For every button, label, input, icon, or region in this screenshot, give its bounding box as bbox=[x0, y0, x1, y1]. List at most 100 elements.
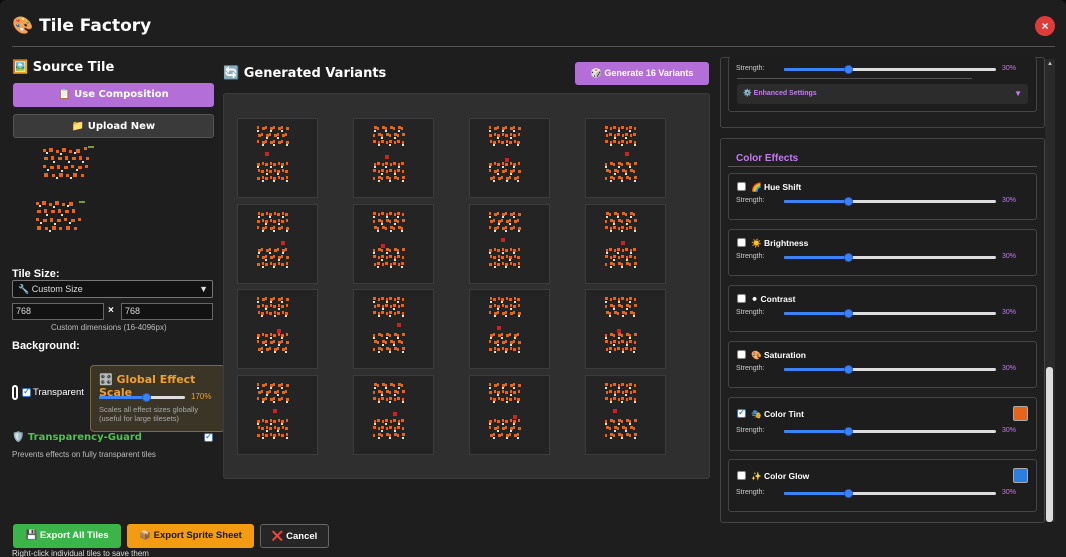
transparency-guard-checkbox[interactable] bbox=[204, 431, 213, 442]
global-effect-scale-panel: 🎛️ Global Effect Scale 170% Scales all e… bbox=[90, 365, 225, 432]
variant-tile-preview bbox=[373, 212, 405, 268]
color-effect-name: 🌈 Hue Shift bbox=[751, 182, 802, 192]
slider-fill bbox=[784, 312, 850, 315]
variant-tile-preview bbox=[489, 126, 521, 182]
slider-handle[interactable] bbox=[844, 365, 853, 374]
slider-fill bbox=[784, 430, 850, 433]
scrollbar-thumb[interactable] bbox=[1046, 367, 1053, 522]
slider-fill bbox=[784, 368, 850, 371]
title-divider bbox=[12, 46, 1055, 47]
tile-size-label: Tile Size: bbox=[12, 268, 60, 280]
slider-handle[interactable] bbox=[844, 65, 853, 74]
variant-tile[interactable] bbox=[469, 118, 550, 198]
slider-handle[interactable] bbox=[844, 253, 853, 262]
transparent-label: Transparent bbox=[33, 387, 84, 398]
variant-tile[interactable] bbox=[353, 375, 434, 455]
cancel-button[interactable]: ❌ Cancel bbox=[260, 524, 329, 548]
color-effect-checkbox[interactable] bbox=[737, 238, 746, 247]
effect-strength-label: Strength: bbox=[736, 65, 765, 72]
variant-tile[interactable] bbox=[585, 204, 666, 284]
enhanced-settings-toggle[interactable]: ⚙️ Enhanced Settings ▼ bbox=[737, 84, 1028, 104]
variant-tile[interactable] bbox=[237, 204, 318, 284]
color-effects-title: Color Effects bbox=[736, 153, 799, 164]
variant-tile-preview bbox=[605, 297, 637, 353]
color-effect-strength-value: 30% bbox=[1002, 309, 1017, 316]
chevron-down-icon: ▼ bbox=[199, 284, 208, 294]
color-effect-card: 🎨 Saturation Strength: 30% bbox=[728, 341, 1037, 388]
variant-tile[interactable] bbox=[585, 118, 666, 198]
color-effect-checkbox[interactable] bbox=[737, 471, 746, 480]
slider-fill bbox=[784, 256, 850, 259]
dialog-title: 🎨 Tile Factory bbox=[12, 16, 152, 36]
variant-tile[interactable] bbox=[469, 204, 550, 284]
variant-tile-preview bbox=[489, 297, 521, 353]
color-effect-card: 🌈 Hue Shift Strength: 30% bbox=[728, 173, 1037, 220]
slider-handle[interactable] bbox=[844, 427, 853, 436]
source-tile-heading: 🖼️ Source Tile bbox=[12, 60, 115, 75]
variant-tile-preview bbox=[605, 126, 637, 182]
close-button[interactable]: × bbox=[1035, 16, 1055, 36]
color-effect-strength-slider[interactable] bbox=[784, 197, 996, 206]
variant-tile-preview bbox=[257, 212, 289, 268]
slider-fill bbox=[784, 200, 850, 203]
color-effect-checkbox[interactable] bbox=[737, 182, 746, 191]
variant-tile[interactable] bbox=[469, 375, 550, 455]
color-effect-strength-slider[interactable] bbox=[784, 253, 996, 262]
variant-tile-preview bbox=[257, 126, 289, 182]
variant-tile[interactable] bbox=[353, 204, 434, 284]
global-effect-scale-value: 170% bbox=[191, 392, 212, 401]
color-effect-strength-slider[interactable] bbox=[784, 365, 996, 374]
color-effect-card: 🎭 Color Tint Strength: 30% bbox=[728, 397, 1037, 451]
variant-tile[interactable] bbox=[353, 118, 434, 198]
slider-fill bbox=[784, 68, 850, 71]
color-picker-swatch[interactable] bbox=[1013, 406, 1028, 421]
slider-handle[interactable] bbox=[844, 309, 853, 318]
tile-size-select[interactable]: 🔧 Custom Size ▼ bbox=[12, 280, 213, 298]
effect-strength-slider[interactable] bbox=[784, 65, 996, 74]
generated-variants-heading: 🔄 Generated Variants bbox=[223, 66, 387, 81]
variant-tile[interactable] bbox=[237, 118, 318, 198]
variant-tile[interactable] bbox=[469, 289, 550, 369]
variant-tile[interactable] bbox=[237, 289, 318, 369]
color-effect-strength-slider[interactable] bbox=[784, 309, 996, 318]
slider-handle[interactable] bbox=[844, 197, 853, 206]
use-composition-button[interactable]: 📋 Use Composition bbox=[13, 83, 214, 107]
color-effect-strength-value: 30% bbox=[1002, 489, 1017, 496]
color-effect-checkbox[interactable] bbox=[737, 350, 746, 359]
color-picker-swatch[interactable] bbox=[1013, 468, 1028, 483]
variant-tile[interactable] bbox=[237, 375, 318, 455]
tile-factory-dialog: 🎨 Tile Factory × 🖼️ Source Tile 📋 Use Co… bbox=[0, 0, 1066, 557]
color-effect-strength-slider[interactable] bbox=[784, 427, 996, 436]
slider-handle[interactable] bbox=[844, 489, 853, 498]
variant-tile-preview bbox=[373, 383, 405, 439]
color-effect-name: 🎨 Saturation bbox=[751, 350, 806, 360]
slider-handle[interactable] bbox=[142, 393, 151, 402]
scroll-up-icon[interactable]: ▲ bbox=[1047, 61, 1053, 67]
variant-tile-preview bbox=[257, 383, 289, 439]
tile-height-input[interactable]: 768 bbox=[121, 303, 213, 320]
background-radio[interactable] bbox=[12, 385, 18, 400]
variant-tile[interactable] bbox=[353, 289, 434, 369]
color-effect-checkbox[interactable] bbox=[737, 294, 746, 303]
variant-tile-preview bbox=[373, 126, 405, 182]
color-effect-card: ⚫ Contrast Strength: 30% bbox=[728, 285, 1037, 332]
slider-fill bbox=[99, 396, 146, 399]
color-effect-strength-value: 30% bbox=[1002, 427, 1017, 434]
upload-new-button[interactable]: 📁 Upload New bbox=[13, 114, 214, 138]
generate-variants-button[interactable]: 🎲 Generate 16 Variants bbox=[575, 62, 709, 85]
variant-tile[interactable] bbox=[585, 375, 666, 455]
source-tile-preview-alt bbox=[36, 201, 85, 232]
color-effect-strength-slider[interactable] bbox=[784, 489, 996, 498]
chevron-down-icon: ▼ bbox=[1014, 89, 1022, 98]
custom-size-hint: Custom dimensions (16-4096px) bbox=[51, 323, 167, 332]
global-effect-scale-slider[interactable] bbox=[99, 393, 185, 402]
transparent-checkbox[interactable] bbox=[22, 386, 31, 397]
tile-width-input[interactable]: 768 bbox=[12, 303, 104, 320]
export-all-tiles-button[interactable]: 💾 Export All Tiles bbox=[13, 524, 121, 548]
color-effect-strength-label: Strength: bbox=[736, 365, 765, 372]
global-effect-scale-description: Scales all effect sizes globally (useful… bbox=[99, 405, 199, 423]
export-sprite-sheet-button[interactable]: 📦 Export Sprite Sheet bbox=[127, 524, 254, 548]
enhanced-settings-label: ⚙️ Enhanced Settings bbox=[743, 90, 817, 97]
variant-tile[interactable] bbox=[585, 289, 666, 369]
color-effect-checkbox[interactable] bbox=[737, 407, 746, 418]
